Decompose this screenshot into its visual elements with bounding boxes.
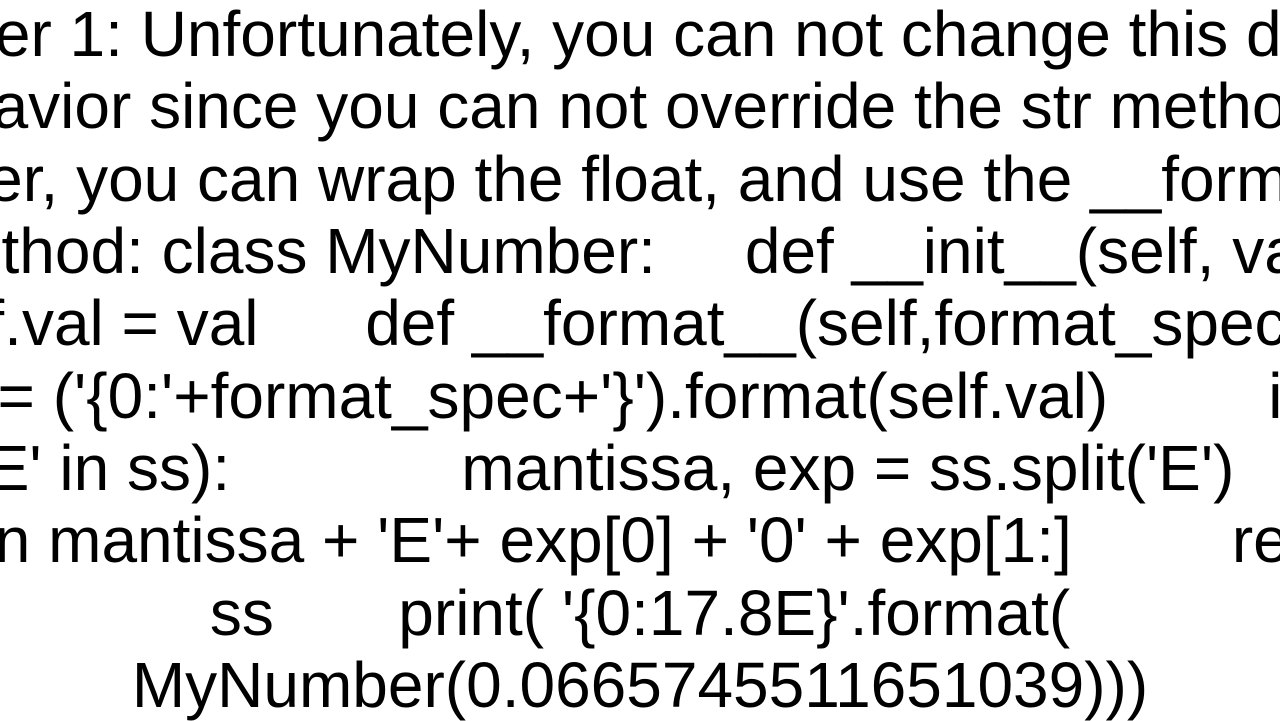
document-text-block: ver 1: Unfortunately, you can not change… xyxy=(0,0,1280,721)
text-line-8: rn mantissa + 'E'+ exp[0] + '0' + exp[1:… xyxy=(0,504,1280,576)
text-line-2: havior since you can not override the st… xyxy=(0,70,1280,142)
text-line-4: ethod: class MyNumber: def __init__(self… xyxy=(0,215,1280,287)
text-line-1: ver 1: Unfortunately, you can not change… xyxy=(0,0,1280,70)
text-line-9: ss print( '{0:17.8E}'.format( xyxy=(210,577,1070,649)
text-line-5: lf.val = val def __format__(self,format_… xyxy=(0,287,1280,359)
text-line-10: MyNumber(0.0665745511651039))) xyxy=(132,649,1148,721)
text-line-6: = ('{0:'+format_spec+'}').format(self.va… xyxy=(0,360,1280,432)
text-line-3: ver, you can wrap the float, and use the… xyxy=(0,143,1280,215)
text-line-7: 'E' in ss): mantissa, exp = ss.split('E'… xyxy=(0,432,1280,504)
